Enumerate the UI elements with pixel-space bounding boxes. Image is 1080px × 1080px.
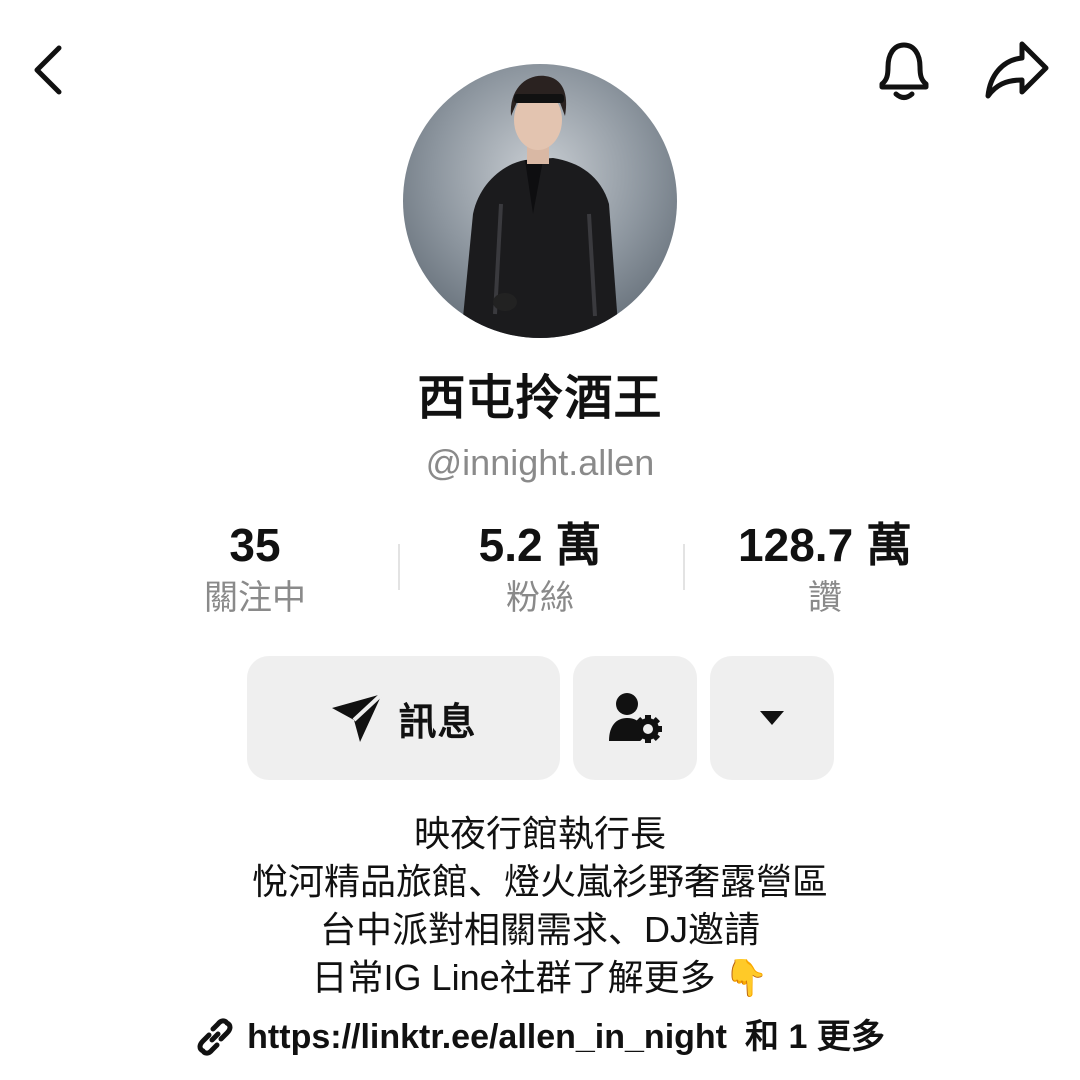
stat-followers-label: 粉絲	[506, 579, 574, 617]
message-button-label: 訊息	[398, 701, 477, 744]
stat-following-value: 35	[229, 519, 281, 571]
bio-line: 映夜行館執行長	[413, 813, 666, 854]
bio-line: 悅河精品旅館、燈火嵐衫野奢露營區	[251, 861, 828, 902]
stat-following[interactable]: 35 關注中	[105, 514, 405, 620]
profile-photo	[403, 64, 677, 338]
profile-avatar[interactable]	[403, 64, 677, 338]
profile-bio: 映夜行館執行長 悅河精品旅館、燈火嵐衫野奢露營區 台中派對相關需求、DJ邀請 日…	[0, 810, 1080, 1002]
bio-line-with-emoji: 日常IG Line社群了解更多 👇	[0, 954, 1080, 1002]
display-name: 西屯拎酒王	[417, 372, 663, 425]
profile-link-row: https://linktr.ee/allen_in_night 和 1 更多	[0, 1012, 1080, 1062]
bio-line: 台中派對相關需求、DJ邀請	[320, 909, 760, 950]
username-handle: @innight.allen	[425, 442, 655, 483]
more-links-button[interactable]: 和 1 更多	[745, 1012, 885, 1062]
back-button[interactable]	[14, 30, 84, 110]
share-button[interactable]	[972, 28, 1062, 112]
stat-followers-value: 5.2 萬	[478, 519, 602, 571]
chevron-left-icon	[34, 45, 62, 95]
stat-likes-value: 128.7 萬	[738, 519, 912, 571]
pointing-down-emoji: 👇	[723, 957, 769, 998]
share-arrow-icon	[985, 41, 1049, 99]
link-icon	[197, 1018, 233, 1056]
stat-likes[interactable]: 128.7 萬 讚	[675, 514, 975, 620]
message-button[interactable]: 訊息	[247, 656, 560, 780]
send-icon	[332, 692, 384, 742]
stat-following-label: 關注中	[204, 579, 306, 617]
caret-down-icon	[760, 711, 784, 725]
stat-followers[interactable]: 5.2 萬 粉絲	[390, 514, 690, 620]
notification-button[interactable]	[862, 28, 946, 112]
stat-likes-label: 讚	[808, 579, 842, 617]
bell-icon	[879, 42, 929, 100]
person-gear-icon	[609, 693, 662, 743]
bio-line: 日常IG Line社群了解更多	[311, 957, 716, 998]
profile-link[interactable]: https://linktr.ee/allen_in_night	[247, 1012, 727, 1062]
profile-page: 西屯拎酒王 @innight.allen 35 關注中 5.2 萬 粉絲 128…	[0, 0, 1080, 1080]
follow-settings-button[interactable]	[573, 656, 697, 780]
more-options-button[interactable]	[710, 656, 834, 780]
